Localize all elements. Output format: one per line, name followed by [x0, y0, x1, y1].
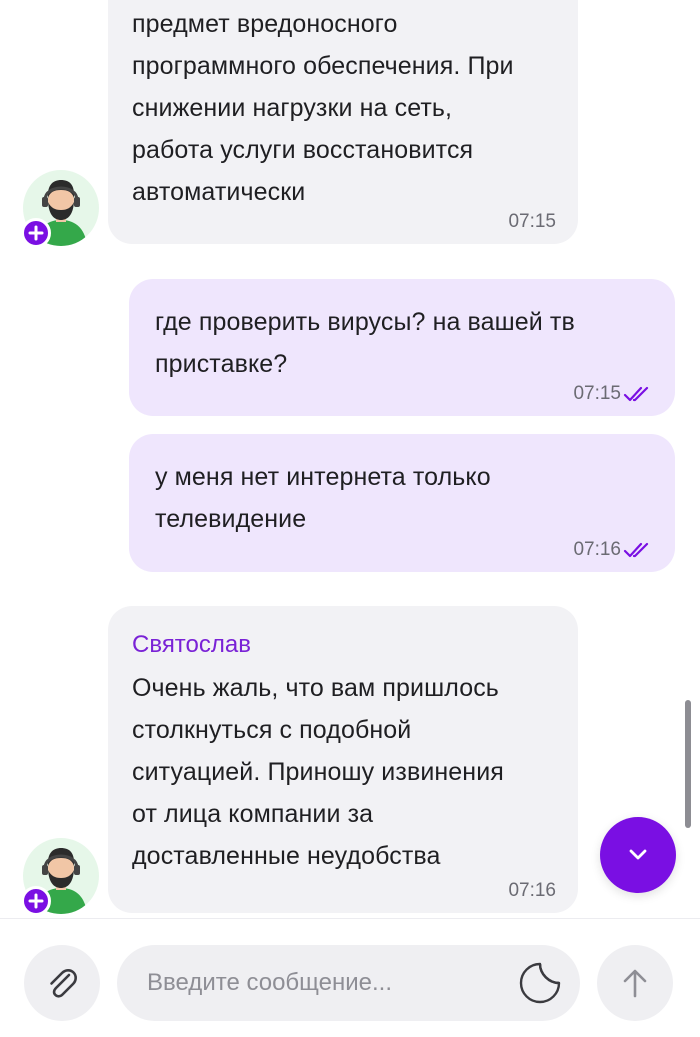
message-text: предмет вредоносного программного обеспе… — [132, 3, 558, 213]
plus-icon — [21, 218, 51, 248]
message-line: автоматически — [132, 178, 306, 206]
double-check-icon — [623, 542, 649, 558]
message-line: у меня нет интернета только — [155, 463, 491, 491]
message-text: у меня нет интернета только телевидение — [155, 456, 655, 540]
paperclip-icon — [50, 969, 77, 998]
message-line: программного обеспечения. При — [132, 52, 514, 80]
message-time: 07:15 — [573, 383, 621, 404]
message-input[interactable]: Введите сообщение... — [117, 945, 580, 1021]
message-line: Очень жаль, что вам пришлось — [132, 674, 499, 702]
message-line: предмет вредоносного — [132, 10, 398, 38]
message-time: 07:15 — [508, 211, 556, 232]
message-time: 07:16 — [508, 880, 556, 901]
message-line: доставленные неудобства — [132, 842, 441, 870]
message-bubble-incoming: Святослав Очень жаль, что вам пришлось с… — [108, 606, 578, 913]
message-line: приставке? — [155, 350, 288, 378]
message-line: столкнуться с подобной — [132, 716, 412, 744]
send-button[interactable] — [597, 945, 673, 1021]
attach-button[interactable] — [24, 945, 100, 1021]
chat-history: предмет вредоносного программного обеспе… — [0, 0, 700, 918]
message-line: где проверить вирусы? на вашей тв — [155, 308, 575, 336]
message-meta: 07:16 — [573, 539, 653, 561]
sticker-icon[interactable] — [518, 961, 562, 1005]
message-bubble-outgoing: у меня нет интернета только телевидение … — [129, 434, 675, 572]
chevron-down-icon — [629, 849, 647, 860]
scrollbar-thumb[interactable] — [685, 700, 691, 828]
message-line: ситуацией. Приношу извинения — [132, 758, 504, 786]
message-time: 07:16 — [573, 539, 621, 560]
message-line: работа услуги восстановится — [132, 136, 474, 164]
message-bubble-outgoing: где проверить вирусы? на вашей тв приста… — [129, 279, 675, 416]
message-meta: 07:15 — [508, 211, 556, 233]
message-line: телевидение — [155, 505, 307, 533]
plus-icon — [21, 886, 51, 916]
message-meta: 07:15 — [573, 383, 653, 405]
arrow-up-icon — [623, 969, 647, 998]
double-check-icon — [623, 386, 649, 402]
message-text: Очень жаль, что вам пришлось столкнуться… — [132, 667, 558, 877]
message-text: где проверить вирусы? на вашей тв приста… — [155, 301, 655, 385]
message-composer: Введите сообщение... — [0, 918, 700, 1037]
agent-avatar — [21, 838, 99, 916]
message-input-placeholder: Введите сообщение... — [147, 969, 393, 996]
scroll-down-button[interactable] — [600, 817, 676, 893]
agent-avatar — [21, 170, 99, 248]
sender-name: Святослав — [132, 631, 251, 658]
message-meta: 07:16 — [508, 880, 556, 902]
message-line: снижении нагрузки на сеть, — [132, 94, 453, 122]
message-line: от лица компании за — [132, 800, 374, 828]
message-bubble-incoming: предмет вредоносного программного обеспе… — [108, 0, 578, 244]
